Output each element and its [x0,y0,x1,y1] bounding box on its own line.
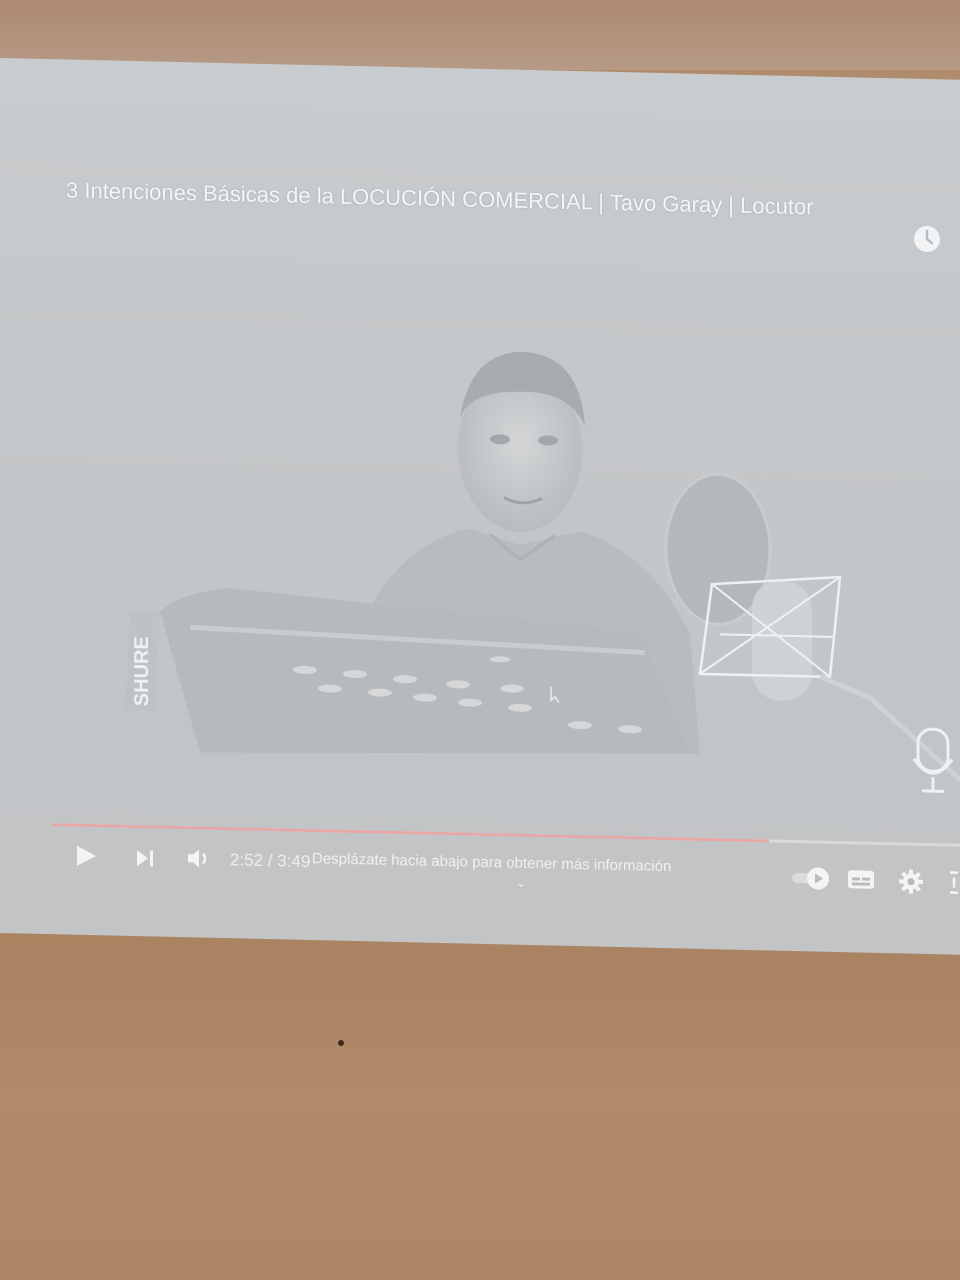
svg-text:SHURE: SHURE [131,636,153,707]
projected-video-player: 3 Intenciones Básicas de la LOCUCIÓN COM… [0,58,960,955]
condenser-microphone [664,472,960,782]
wall-background-bottom [0,900,960,1280]
video-frame[interactable]: SHURE [0,318,960,860]
clock-icon[interactable] [912,224,942,255]
settings-icon[interactable] [898,868,924,895]
wall-background-top [0,0,960,70]
subtitles-icon[interactable] [846,867,876,892]
volume-icon[interactable] [185,846,213,871]
video-title[interactable]: 3 Intenciones Básicas de la LOCUCIÓN COM… [66,177,906,222]
play-icon[interactable] [74,844,98,869]
shure-microphone: SHURE [125,610,160,712]
next-icon[interactable] [134,847,158,870]
wall-mark [338,1040,344,1046]
autoplay-toggle-icon[interactable] [790,866,832,891]
scroll-hint-text: Desplázate hacia abajo para obtener más … [312,850,672,876]
chevron-down-icon: ⌄ [516,875,527,890]
podcast-mic-watermark [912,727,954,793]
time-display: 2:52 / 3:49 [230,850,311,872]
fullscreen-icon[interactable] [946,869,960,895]
